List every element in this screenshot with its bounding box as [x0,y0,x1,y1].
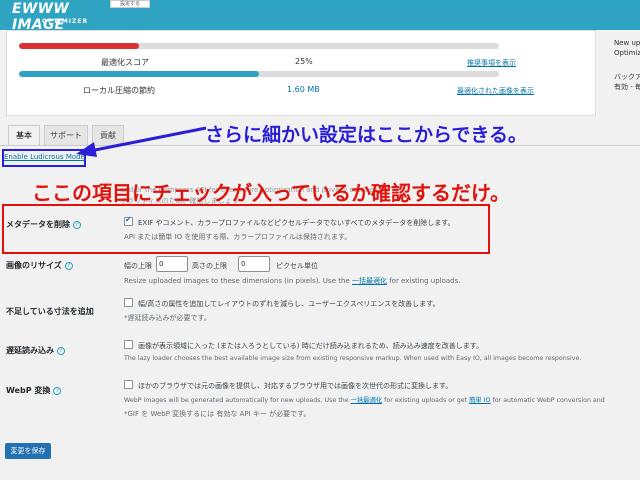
webp-note: WebP images will be generated automatica… [124,395,605,404]
resize-width-input[interactable]: 0 [156,256,188,272]
score-value: 25% [295,57,313,66]
resize-height-input[interactable]: 0 [238,256,270,272]
backup-notice: バックア 有効 - 毎 [614,72,640,92]
help-icon[interactable]: ? [57,346,65,355]
lazy-load-note: The lazy loader chooses the best availab… [124,355,582,362]
webp-label: WebP 変換? [6,385,62,396]
resize-label: 画像のリサイズ? [6,260,73,271]
update-notice-line: New up [614,39,640,47]
resize-unit-label: ピクセル単位 [276,262,318,270]
backup-notice-line: 有効 - 毎 [614,83,640,91]
score-progress-bar [19,43,499,49]
webp-checkbox[interactable] [124,380,133,389]
resize-description: Resize uploaded images to these dimensio… [124,276,460,286]
resize-height-label: 高さの上限 [192,262,227,270]
save-changes-button[interactable]: 変更を保存 [5,443,51,459]
easy-io-link[interactable]: 簡単 IO [469,397,490,404]
metadata-label: メタデータを削除? [6,219,81,230]
score-label: 最適化スコア [101,58,149,67]
webp-api-note: *GIF を WebP 変換するには 有効な API キー が必要です。 [124,410,311,418]
annotation-arrow-icon [76,126,207,157]
view-recommendations-link[interactable]: 推奨事項を表示 [467,58,516,68]
local-savings-progress-bar [19,71,499,77]
backup-notice-line: バックア [614,73,640,81]
dimensions-checkbox[interactable] [124,298,133,307]
metadata-checkbox[interactable] [124,215,133,226]
resize-width-label: 幅の上限 [124,262,152,270]
local-savings-value: 1.60 MB [287,85,320,94]
optimization-stats-panel: 最適化スコア 25% 推奨事項を表示 ローカル圧縮の節約 1.60 MB 最適化… [6,30,596,116]
dimensions-note: *遅延読み込みが必要です。 [124,314,211,322]
annotation-blue-text: さらに細かい設定はここからできる。 [205,124,528,146]
resize-label-text: 画像のリサイズ [6,261,62,270]
webp-note-text: for automatic WebP conversion and [492,397,605,404]
resize-desc-text: for existing uploads. [389,277,461,285]
update-notice-line: Optimiz [614,49,640,57]
logo-sub-text: OPTIMIZER [42,18,89,25]
metadata-label-text: メタデータを削除 [6,220,70,229]
webp-label-text: WebP 変換 [6,386,51,395]
update-notice: New up Optimiz [614,38,640,58]
view-optimized-images-link[interactable]: 最適化された画像を表示 [457,86,534,96]
score-progress-fill [19,43,139,49]
plugin-header-banner: EWWW IMAGE OPTIMIZER 設定する [0,0,640,33]
webp-bulk-optimize-link[interactable]: 一括最適化 [351,397,382,404]
help-icon[interactable]: ? [64,261,73,270]
metadata-note: API または簡単 IO を使用する際、カラープロファイルは保持されます。 [124,233,352,241]
local-savings-label: ローカル圧縮の節約 [83,86,155,95]
logo-main-text: EWWW IMAGE [12,1,70,33]
lazy-load-checkbox[interactable] [124,340,133,349]
lazy-load-label-text: 遅延読み込み [6,346,54,355]
local-savings-progress-fill [19,71,259,77]
webp-description: ほかのブラウザでは元の画像を提供し、対応するブラウザ用では画像を次世代の形式に変… [138,382,453,390]
resize-desc-text: Resize uploaded images to these dimensio… [124,277,350,285]
bulk-optimize-link[interactable]: 一括最適化 [352,277,387,285]
lazy-load-description: 画像が表示領域に入った (または入ろうとしている) 時にだけ読み込まれるため、読… [138,342,484,350]
webp-note-text: WebP images will be generated automatica… [124,397,349,404]
dimensions-description: 幅/高さの属性を追加してレイアウトのずれを減らし、ユーザーエクスペリエンスを改善… [138,300,440,308]
annotation-red-text: ここの項目にチェックが入っているか確認するだけ。 [32,181,510,205]
help-icon[interactable]: ? [53,386,62,395]
ewww-logo: EWWW IMAGE OPTIMIZER [12,0,112,33]
dimensions-label: 不足している寸法を追加 [6,307,94,316]
header-settings-button[interactable]: 設定する [110,0,150,8]
help-icon[interactable]: ? [73,220,81,229]
metadata-description: EXIF やコメント、カラープロファイルなどピクセルデータでないすべてのメタデー… [138,219,455,227]
tab-basic[interactable]: 基本 [8,125,40,145]
webp-note-text: for existing uploads or get [384,397,468,404]
lazy-load-label: 遅延読み込み? [6,345,65,356]
